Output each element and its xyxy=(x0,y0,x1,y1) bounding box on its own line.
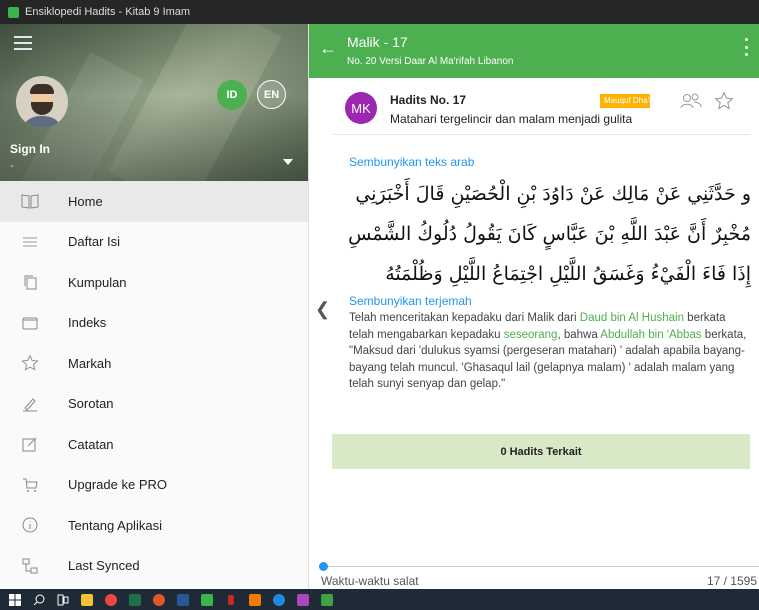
page-subtitle: No. 20 Versi Daar Al Ma'rifah Libanon xyxy=(347,56,514,67)
navigation-drawer: ID EN Sign In - Home Daftar Isi Kumpulan xyxy=(0,24,309,589)
menu-item-tentang[interactable]: Tentang Aplikasi xyxy=(0,505,308,546)
word-icon[interactable] xyxy=(174,589,192,610)
search-icon[interactable] xyxy=(30,589,48,610)
info-icon xyxy=(20,515,40,535)
menu-item-label: Catatan xyxy=(68,436,114,452)
toggle-translation-link[interactable]: Sembunyikan terjemah xyxy=(349,294,472,308)
orange-app-icon[interactable] xyxy=(246,589,264,610)
chrome-icon[interactable] xyxy=(102,589,120,610)
blue-app-icon[interactable] xyxy=(270,589,288,610)
hadith-description: Matahari tergelincir dan malam menjadi g… xyxy=(390,112,633,126)
hadith-detail-panel: ← Malik - 17 No. 20 Versi Daar Al Ma'rif… xyxy=(309,24,759,589)
imam-avatar: MK xyxy=(345,92,377,124)
narrator-link[interactable]: Daud bin Al Hushain xyxy=(580,312,684,324)
hadith-header: MK Hadits No. 17 Matahari tergelincir da… xyxy=(332,82,750,135)
translation-text: Telah menceritakan kepadaku dari Malik d… xyxy=(349,310,751,393)
account-dropdown-icon[interactable] xyxy=(283,159,293,165)
narrator-link[interactable]: seseorang xyxy=(504,329,558,341)
sign-in-label[interactable]: Sign In xyxy=(10,142,50,156)
drawer-menu: Home Daftar Isi Kumpulan Indeks Markah S… xyxy=(0,181,308,586)
menu-item-kumpulan[interactable]: Kumpulan xyxy=(0,262,308,303)
window-title: Ensiklopedi Hadits - Kitab 9 Imam xyxy=(25,6,191,18)
app-bar: ← Malik - 17 No. 20 Versi Daar Al Ma'rif… xyxy=(309,24,759,78)
bookmark-star-icon[interactable] xyxy=(714,91,734,116)
browser-icon[interactable] xyxy=(150,589,168,610)
windows-start-icon[interactable] xyxy=(6,589,24,610)
user-avatar[interactable] xyxy=(16,76,68,128)
folder-icon xyxy=(20,313,40,333)
hadith-number: Hadits No. 17 xyxy=(390,93,467,107)
toggle-arabic-link[interactable]: Sembunyikan teks arab xyxy=(349,155,474,169)
translation-part: Telah menceritakan kepadaku dari Malik d… xyxy=(349,312,580,324)
red-app-icon[interactable] xyxy=(222,589,240,610)
hadith-progress-track[interactable] xyxy=(319,566,759,567)
language-id-button[interactable]: ID xyxy=(217,80,247,110)
menu-item-sorotan[interactable]: Sorotan xyxy=(0,384,308,425)
menu-item-daftar-isi[interactable]: Daftar Isi xyxy=(0,222,308,263)
green-app-icon[interactable] xyxy=(318,589,336,610)
menu-item-home[interactable]: Home xyxy=(0,181,308,222)
hamburger-menu-icon[interactable] xyxy=(14,36,32,50)
language-en-button[interactable]: EN xyxy=(257,80,286,109)
narrator-link[interactable]: Abdullah bin 'Abbas xyxy=(600,329,701,341)
hadith-app-icon[interactable] xyxy=(198,589,216,610)
menu-item-label: Home xyxy=(68,193,103,209)
highlighter-icon xyxy=(20,394,40,414)
menu-item-label: Kumpulan xyxy=(68,274,127,290)
back-arrow-icon[interactable]: ← xyxy=(319,38,337,59)
menu-item-label: Last Synced xyxy=(68,558,140,574)
sign-in-subtitle: - xyxy=(10,160,14,172)
menu-item-label: Sorotan xyxy=(68,396,114,412)
menu-item-indeks[interactable]: Indeks xyxy=(0,303,308,344)
progress-thumb[interactable] xyxy=(319,562,329,571)
cart-icon xyxy=(20,475,40,495)
note-edit-icon xyxy=(20,434,40,454)
sync-network-icon xyxy=(20,556,40,576)
task-view-icon[interactable] xyxy=(54,589,72,610)
file-explorer-icon[interactable] xyxy=(78,589,96,610)
app-logo-icon xyxy=(8,6,19,18)
translation-part: , bahwa xyxy=(557,328,601,341)
list-lines-icon xyxy=(20,232,40,252)
page-counter: 17 / 1595 xyxy=(706,574,757,588)
book-open-icon xyxy=(20,191,40,211)
menu-item-upgrade[interactable]: Upgrade ke PRO xyxy=(0,465,308,506)
paint-app-icon[interactable] xyxy=(294,589,312,610)
menu-item-catatan[interactable]: Catatan xyxy=(0,424,308,465)
chevron-left-icon[interactable]: ❮ xyxy=(315,299,330,320)
menu-item-label: Tentang Aplikasi xyxy=(68,517,162,533)
people-icon[interactable] xyxy=(680,92,702,115)
related-hadith-button[interactable]: 0 Hadits Terkait xyxy=(332,434,750,469)
menu-item-label: Daftar Isi xyxy=(68,234,121,250)
more-vert-icon[interactable] xyxy=(745,38,751,56)
menu-item-label: Markah xyxy=(68,355,112,371)
status-badge: Mauquf Dha'if xyxy=(600,94,650,108)
menu-item-label: Upgrade ke PRO xyxy=(68,477,167,493)
windows-taskbar xyxy=(0,589,759,610)
excel-icon[interactable] xyxy=(126,589,144,610)
menu-item-label: Indeks xyxy=(68,315,107,331)
drawer-header: ID EN Sign In - xyxy=(0,24,308,181)
stack-icon xyxy=(20,272,40,292)
chapter-name: Waktu-waktu salat xyxy=(321,574,419,588)
menu-item-markah[interactable]: Markah xyxy=(0,343,308,384)
window-titlebar: Ensiklopedi Hadits - Kitab 9 Imam xyxy=(0,0,759,24)
page-title: Malik - 17 xyxy=(347,34,408,50)
star-outline-icon xyxy=(20,353,40,373)
arabic-text: و حَدَّثَنِي عَنْ مَالِك عَنْ دَاوُدَ بْ… xyxy=(348,183,751,285)
menu-item-last-synced[interactable]: Last Synced xyxy=(0,546,308,587)
